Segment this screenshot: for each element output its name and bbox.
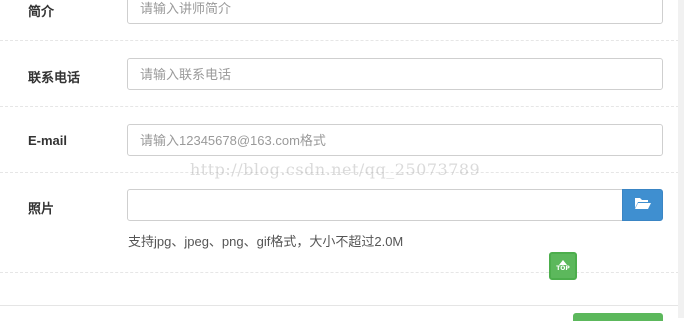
row-divider [0,40,684,41]
phone-label: 联系电话 [28,70,81,85]
row-divider [0,106,684,107]
photo-label: 照片 [28,201,55,216]
email-label: E-mail [28,133,68,148]
scrollbar[interactable] [678,0,684,318]
browse-file-button[interactable] [622,189,663,221]
back-to-top-label: TOP [556,265,570,272]
watermark-text: http://blog.csdn.net/qq_25073789 [190,160,481,179]
phone-input[interactable] [127,58,663,90]
form-footer-divider [0,305,684,306]
back-to-top-button[interactable]: TOP [549,252,577,280]
email-input[interactable] [127,124,663,156]
instructor-form: 简介 联系电话 E-mail 照片 支持jpg、jpeg、png、gif格式，大… [0,0,684,318]
submit-button[interactable] [573,313,663,321]
row-divider [0,272,684,273]
intro-label: 简介 [28,4,55,19]
folder-open-icon [634,196,652,215]
intro-input[interactable] [127,0,663,24]
photo-help-text: 支持jpg、jpeg、png、gif格式，大小不超过2.0M [128,234,404,249]
photo-path-input[interactable] [127,189,623,221]
